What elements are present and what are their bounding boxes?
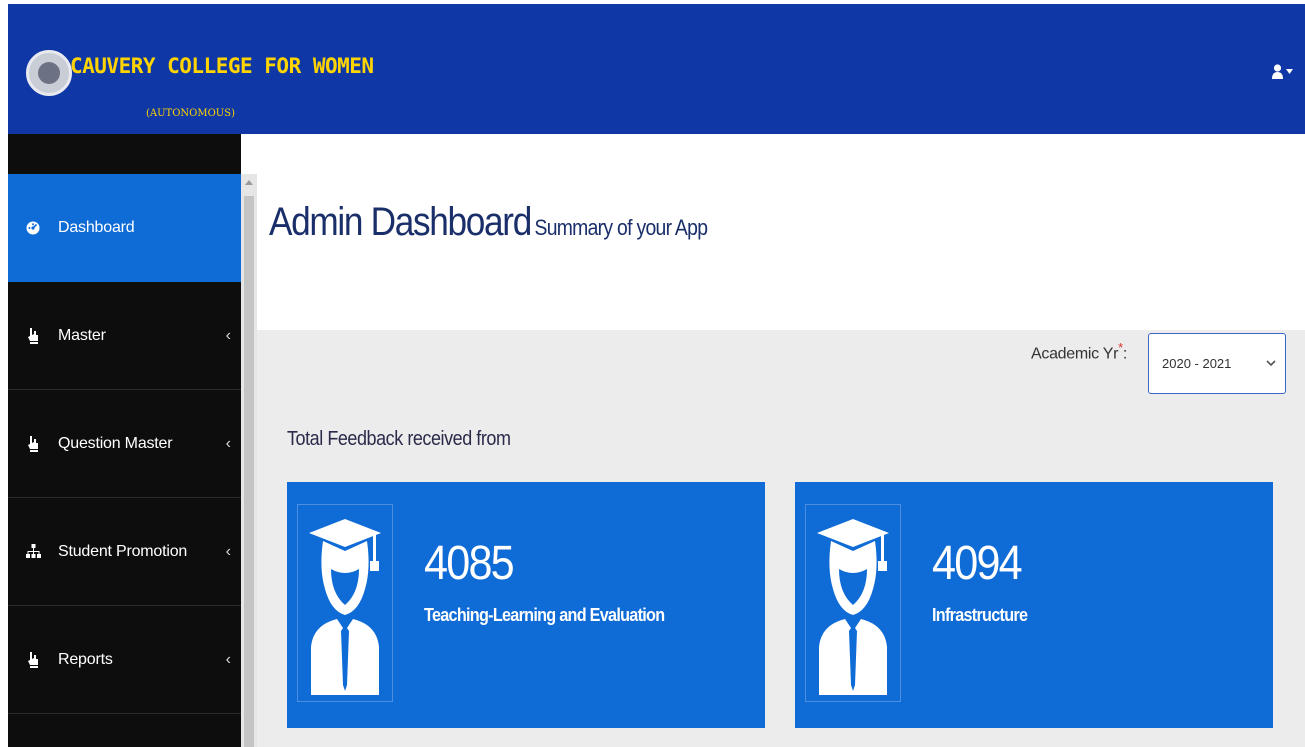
- dashboard-icon: [24, 221, 42, 235]
- feedback-count: 4094: [932, 537, 1023, 590]
- hand-pointer-icon: [24, 435, 42, 452]
- academic-year-select[interactable]: 2020 - 2021: [1148, 333, 1286, 394]
- feedback-category: Teaching-Learning and Evaluation: [424, 605, 665, 625]
- college-logo-icon[interactable]: [26, 50, 72, 96]
- hand-pointer-icon: [24, 327, 42, 344]
- academic-year-label: Academic Yr*:: [1031, 340, 1127, 363]
- sidebar-item-label: Master: [58, 326, 106, 344]
- graduate-icon: [805, 504, 901, 702]
- sidebar-scrollbar[interactable]: [241, 174, 257, 747]
- brand-title[interactable]: CAUVERY COLLEGE FOR WOMEN: [70, 54, 374, 78]
- top-header: CAUVERY COLLEGE FOR WOMEN (AUTONOMOUS): [8, 4, 1305, 134]
- sidebar-item-label: Student Promotion: [58, 542, 188, 560]
- chevron-left-icon: ‹: [225, 434, 231, 452]
- sidebar-item-label: Question Master: [58, 434, 173, 452]
- hand-pointer-icon: [24, 651, 42, 668]
- feedback-count: 4085: [424, 537, 515, 590]
- user-icon: [1272, 64, 1283, 79]
- caret-down-icon: [1286, 69, 1293, 74]
- content-body: Academic Yr*: 2020 - 2021 Total Feedback…: [257, 330, 1305, 747]
- feedback-card-infrastructure[interactable]: 4094 Infrastructure: [795, 482, 1273, 728]
- academic-year-value: 2020 - 2021: [1162, 356, 1232, 371]
- sidebar-item-label: Dashboard: [58, 219, 135, 236]
- sidebar-item-master[interactable]: Master ‹: [8, 282, 241, 390]
- window-edge: [0, 0, 8, 747]
- app-window: CAUVERY COLLEGE FOR WOMEN (AUTONOMOUS) D…: [0, 0, 1305, 747]
- page-title: Admin Dashboard Summary of your App: [269, 200, 708, 245]
- academic-year-label-text: Academic Yr: [1031, 345, 1119, 363]
- feedback-card-teaching[interactable]: 4085 Teaching-Learning and Evaluation: [287, 482, 765, 728]
- page-title-text: Admin Dashboard: [269, 200, 532, 244]
- sidebar-item-reports[interactable]: Reports ‹: [8, 606, 241, 714]
- brand-subtitle: (AUTONOMOUS): [146, 108, 235, 119]
- feedback-category: Infrastructure: [932, 605, 1028, 625]
- sidebar-item-student-promotion[interactable]: Student Promotion ‹: [8, 498, 241, 606]
- content-header: Admin Dashboard Summary of your App: [257, 134, 1305, 330]
- scrollbar-thumb[interactable]: [244, 196, 254, 747]
- feedback-heading: Total Feedback received from: [287, 428, 511, 450]
- label-separator: :: [1122, 345, 1128, 363]
- sidebar-item-dashboard[interactable]: Dashboard: [8, 174, 241, 282]
- chevron-left-icon: ‹: [225, 326, 231, 344]
- page-subtitle: Summary of your App: [534, 215, 708, 240]
- sitemap-icon: [24, 544, 42, 559]
- graduate-icon: [297, 504, 393, 702]
- sidebar-item-label: Reports: [58, 650, 113, 668]
- scroll-up-icon[interactable]: [245, 180, 253, 185]
- sidebar-item-question-master[interactable]: Question Master ‹: [8, 390, 241, 498]
- chevron-left-icon: ‹: [225, 542, 231, 560]
- user-menu-button[interactable]: [1272, 64, 1293, 79]
- chevron-left-icon: ‹: [225, 650, 231, 668]
- chevron-down-icon: [1266, 356, 1276, 370]
